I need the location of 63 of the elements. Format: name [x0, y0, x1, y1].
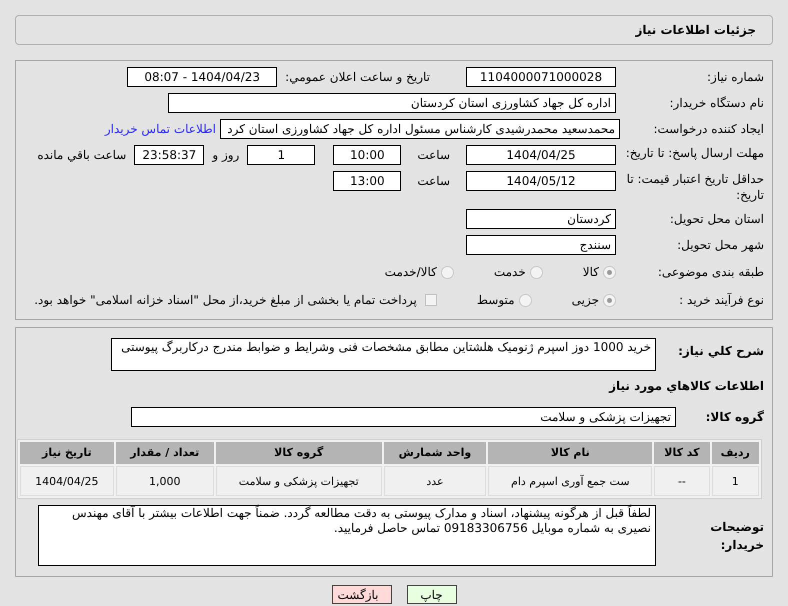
text-field[interactable]: 13:00 — [333, 171, 402, 191]
column-header: نام کالا — [488, 442, 652, 464]
description-area[interactable]: خرید 1000 دوز اسپرم ژنومیک هلشتاین مطابق مشخصات فنی وشرایط و ضوابط مندرج درکاربرگ پیوستی — [111, 338, 656, 371]
text-field[interactable]: 1404/05/12 — [466, 171, 616, 191]
field-label: شماره نیاز: — [706, 69, 764, 85]
field-label: نوع فرآیند خرید : — [678, 292, 764, 308]
remaining-time[interactable]: 23:58:37 — [134, 145, 204, 165]
column-header: تعداد / مقدار — [116, 442, 214, 464]
label-text: روز و — [212, 147, 240, 164]
field-label: گروه کالا: — [704, 409, 764, 426]
radio-label: خدمت — [494, 264, 526, 281]
text-field[interactable]: 1404/04/23 - 08:07 — [127, 67, 278, 87]
text-field[interactable]: اداره کل جهاد کشاورزی استان کردستان — [168, 93, 616, 113]
label-text: تاریخ و ساعت اعلان عمومي: — [285, 69, 430, 86]
column-header: تاریخ نیاز — [20, 442, 114, 464]
field-label: استان محل تحویل: — [668, 211, 764, 227]
notes-area[interactable]: لطفاً قبل از هرگونه پیشنهاد، اسناد و مدارک پیوستی به دقت مطالعه گردد. ضمناً جهت اطلاعات بیشتر با آقای مهندس نصیری به شماره موبایل 09183306756 تماس حاصل فرمایید. — [38, 505, 656, 566]
radio-button[interactable] — [603, 266, 616, 278]
column-header: ردیف — [712, 442, 759, 464]
page-title: جزئیات اطلاعات نیاز — [635, 22, 756, 39]
radio-label: کالا/خدمت — [384, 264, 437, 281]
label-text: پرداخت تمام یا بخشی از مبلغ خرید،از محل "اسناد خزانه اسلامی" خواهد بود. — [34, 292, 417, 309]
field-label: نام دستگاه خریدار: — [668, 95, 764, 111]
section-heading: اطلاعات کالاهاي مورد نیاز — [608, 378, 764, 395]
column-header: کد کالا — [654, 442, 710, 464]
text-field[interactable]: سنندج — [466, 235, 616, 255]
text-field[interactable]: 10:00 — [333, 145, 402, 165]
text-field[interactable]: 1 — [247, 145, 316, 165]
text-field[interactable]: 1404/04/25 — [466, 145, 616, 165]
radio-label: متوسط — [476, 292, 515, 309]
table-cell: 1 — [712, 466, 759, 496]
table-cell: -- — [654, 466, 710, 496]
field-label: توضیحات خریدار: — [709, 518, 764, 554]
radio-label: کالا — [582, 264, 599, 281]
table-cell: تجهیزات پزشکی و سلامت — [216, 466, 382, 496]
table-cell: ست جمع آوری اسپرم دام — [488, 466, 652, 496]
checkbox[interactable] — [424, 294, 437, 306]
table-cell: 1404/04/25 — [20, 466, 114, 496]
field-label: مهلت ارسال پاسخ: تا تاریخ: — [624, 145, 764, 161]
field-label: شرح کلي نیاز: — [677, 343, 764, 360]
print-button[interactable]: چاپ — [406, 585, 456, 604]
table-cell: عدد — [384, 466, 486, 496]
text-field[interactable]: محمدسعید محمدرشیدی کارشناس مسئول اداره کل جهاد کشاورزی استان کرد — [220, 119, 620, 139]
radio-label: جزیی — [572, 292, 599, 309]
radio-button[interactable] — [603, 294, 616, 306]
radio-button[interactable] — [440, 266, 454, 278]
column-header: گروه کالا — [216, 442, 382, 464]
column-header: واحد شمارش — [384, 442, 486, 464]
field-label: شهر محل تحویل: — [676, 237, 764, 253]
label-text: ساعت باقي مانده — [37, 147, 126, 164]
field-label: حداقل تاریخ اعتبار قیمت: تا تاریخ: — [626, 171, 764, 203]
text-field[interactable]: کردستان — [466, 209, 616, 229]
field-label: ایجاد کننده درخواست: — [652, 121, 764, 137]
table-cell: 1,000 — [116, 466, 214, 496]
text-field[interactable]: 1104000071000028 — [466, 67, 616, 87]
back-button[interactable]: بازگشت — [332, 585, 392, 604]
field-label: طبقه بندی موضوعی: — [656, 264, 764, 280]
text-field[interactable]: تجهیزات پزشکی و سلامت — [131, 407, 676, 427]
contact-link[interactable]: اطلاعات تماس خریدار — [104, 120, 216, 138]
label-text: ساعت — [417, 173, 450, 190]
label-text: ساعت — [417, 147, 450, 164]
radio-button[interactable] — [518, 294, 532, 306]
radio-button[interactable] — [530, 266, 543, 278]
